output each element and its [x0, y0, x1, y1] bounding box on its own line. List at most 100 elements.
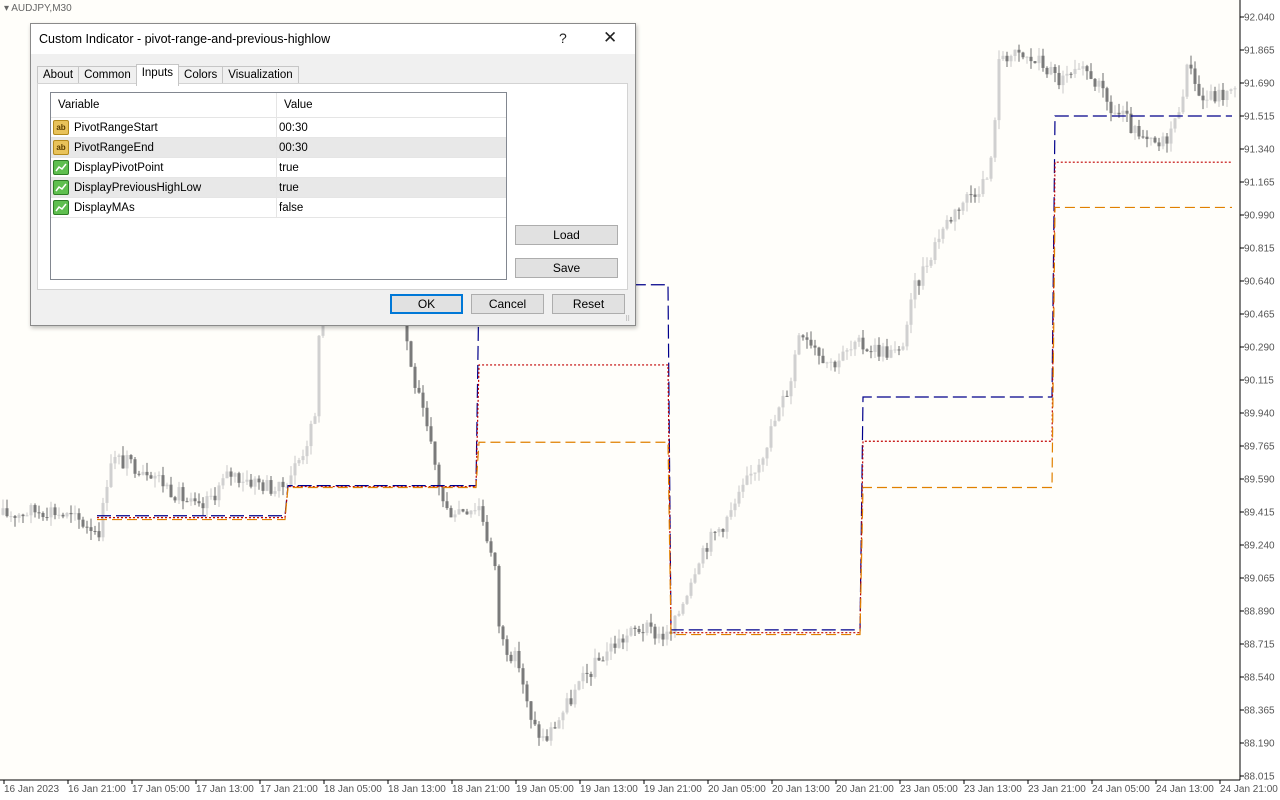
candle-body — [717, 528, 721, 533]
candle-body — [1009, 55, 1013, 62]
candle-body — [1113, 112, 1117, 114]
candle-body — [517, 650, 521, 669]
candle-body — [297, 460, 301, 464]
table-row[interactable]: ab PivotRangeEnd 00:30 — [51, 138, 506, 158]
candle-body — [757, 464, 761, 473]
price-tick-label: 89.065 — [1244, 574, 1275, 585]
candle-body — [721, 528, 725, 532]
candle-body — [1013, 49, 1017, 56]
candle-body — [1081, 66, 1085, 69]
candle-body — [313, 416, 317, 424]
time-tick-label: 18 Jan 13:00 — [388, 784, 446, 795]
resize-grip-icon[interactable]: ⠿ — [625, 315, 633, 323]
candle-body — [997, 59, 1001, 121]
candle-body — [901, 346, 905, 350]
candle-body — [481, 506, 485, 522]
candle-body — [173, 497, 177, 501]
price-tick-label: 92.040 — [1244, 13, 1275, 24]
time-axis: 16 Jan 2023 16 Jan 21:00 17 Jan 05:00 17 Ja… — [3, 780, 1278, 795]
ok-button[interactable]: OK — [390, 294, 463, 314]
candle-body — [65, 512, 69, 517]
candle-body — [925, 265, 929, 267]
candle-body — [913, 280, 917, 300]
candle-body — [293, 463, 297, 476]
candle-body — [497, 566, 501, 627]
price-tick-label: 91.865 — [1244, 46, 1275, 57]
candle-body — [1201, 95, 1205, 101]
price-tick-label: 90.290 — [1244, 343, 1275, 354]
candle-body — [1133, 126, 1137, 134]
candle-body — [605, 651, 609, 661]
variable-name: DisplayPivotPoint — [74, 161, 164, 174]
table-row[interactable]: ab PivotRangeStart 00:30 — [51, 118, 506, 138]
candle-body — [113, 457, 117, 464]
candle-body — [157, 475, 161, 477]
variable-value[interactable]: true — [277, 158, 506, 177]
price-tick-label: 88.715 — [1244, 640, 1275, 651]
candle-body — [837, 360, 841, 368]
candle-body — [97, 531, 101, 538]
candle-body — [261, 482, 265, 491]
candle-body — [1101, 80, 1105, 89]
save-button[interactable]: Save — [515, 258, 618, 278]
candle-body — [845, 350, 849, 352]
price-tick-label: 89.940 — [1244, 409, 1275, 420]
candle-body — [877, 344, 881, 357]
candle-body — [1229, 89, 1233, 91]
candle-body — [617, 638, 621, 648]
candle-body — [229, 471, 233, 477]
reset-button[interactable]: Reset — [552, 294, 625, 314]
candle-body — [257, 478, 261, 483]
candle-body — [741, 484, 745, 492]
candle-body — [521, 668, 525, 685]
column-header-variable[interactable]: Variable — [51, 93, 277, 117]
column-header-value[interactable]: Value — [277, 93, 506, 117]
table-row[interactable]: DisplayMAs false — [51, 198, 506, 218]
candle-body — [153, 475, 157, 479]
candle-body — [813, 345, 817, 348]
candle-body — [53, 507, 57, 516]
candle-body — [1077, 68, 1081, 70]
time-tick-label: 23 Jan 13:00 — [964, 784, 1022, 795]
candle-body — [41, 513, 45, 518]
time-tick-label: 20 Jan 13:00 — [772, 784, 830, 795]
candle-body — [977, 194, 981, 197]
time-tick-label: 19 Jan 21:00 — [644, 784, 702, 795]
close-button[interactable]: ✕ — [603, 28, 617, 48]
price-axis: 92.040 91.865 91.690 91.515 91.340 91.165 90.9… — [1240, 13, 1275, 783]
candle-body — [269, 480, 273, 494]
candle-body — [93, 530, 97, 532]
table-row[interactable]: DisplayPivotPoint true — [51, 158, 506, 178]
candle-body — [29, 505, 33, 516]
table-row[interactable]: DisplayPreviousHighLow true — [51, 178, 506, 198]
tab-inputs[interactable]: Inputs — [135, 64, 180, 86]
candle-body — [1057, 72, 1061, 86]
variable-value[interactable]: false — [277, 198, 506, 217]
candle-body — [1125, 110, 1129, 114]
variable-value[interactable]: 00:30 — [277, 118, 506, 137]
candle-body — [489, 541, 493, 553]
time-tick-label: 23 Jan 21:00 — [1028, 784, 1086, 795]
candle-body — [189, 498, 193, 502]
candle-body — [949, 219, 953, 222]
cancel-button[interactable]: Cancel — [471, 294, 544, 314]
candle-body — [769, 426, 773, 448]
help-button[interactable]: ? — [559, 30, 567, 46]
candle-body — [1037, 55, 1041, 64]
candle-body — [145, 471, 149, 476]
candle-body — [73, 513, 77, 515]
variable-value[interactable]: true — [277, 178, 506, 197]
candle-body — [309, 423, 313, 447]
candle-body — [241, 481, 245, 483]
candle-body — [509, 654, 513, 662]
dialog-titlebar[interactable]: Custom Indicator - pivot-range-and-previ… — [31, 24, 635, 54]
candle-body — [1085, 66, 1089, 72]
candle-body — [829, 361, 833, 363]
time-tick-label: 16 Jan 21:00 — [68, 784, 126, 795]
load-button[interactable]: Load — [515, 225, 618, 245]
variable-value[interactable]: 00:30 — [277, 138, 506, 157]
candle-body — [193, 498, 197, 502]
candle-body — [609, 643, 613, 652]
price-tick-label: 88.890 — [1244, 607, 1275, 618]
candle-body — [441, 486, 445, 502]
